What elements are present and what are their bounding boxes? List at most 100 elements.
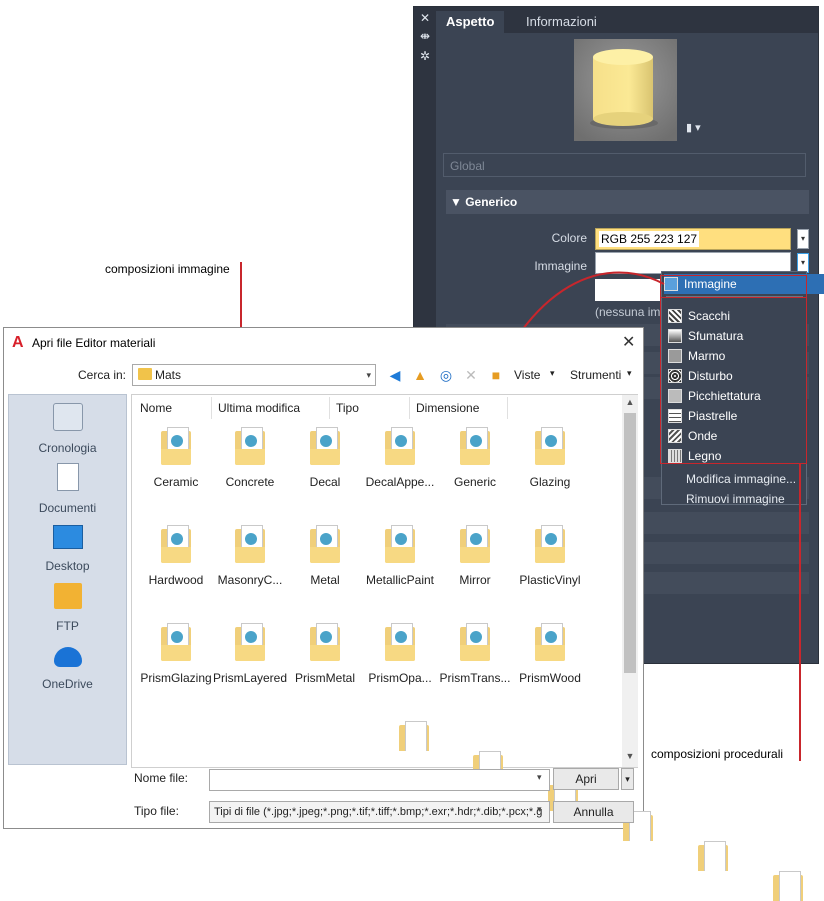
material-folder-icon (535, 525, 565, 565)
file-item-label: PlasticVinyl (519, 573, 581, 587)
material-folder-icon[interactable] (697, 841, 728, 871)
file-item-label: Glazing (529, 475, 571, 489)
tab-aspetto[interactable]: Aspetto (436, 11, 505, 33)
chevron-down-icon[interactable]: ▾ (550, 368, 555, 379)
file-type-combo[interactable]: Tipi di file (*.jpg;*.jpeg;*.png;*.tif;*… (209, 801, 550, 823)
place-label: Desktop (45, 559, 90, 573)
up-folder-icon[interactable]: ▲ (411, 366, 429, 384)
image-highlight-box (660, 275, 807, 297)
file-item[interactable]: Glazing (512, 427, 588, 489)
look-in-combo[interactable]: Mats ▾ (132, 364, 376, 386)
place-cronologia[interactable]: Cronologia (9, 403, 126, 455)
material-folder-icon (161, 427, 191, 467)
file-list: Nome Ultima modifica Tipo Dimensione Cer… (131, 394, 803, 901)
menu-action-remove-image[interactable]: Rimuovi immagine (686, 492, 785, 506)
document-icon (56, 463, 79, 491)
file-item[interactable]: PrismLayered (212, 623, 288, 685)
folder-icon (138, 368, 152, 380)
new-folder-icon[interactable]: ■ (487, 366, 505, 384)
file-item[interactable]: MetallicPaint (362, 525, 438, 587)
dock-icon[interactable]: ⇼ (418, 29, 432, 43)
history-icon (52, 403, 83, 431)
file-item-label: PrismMetal (294, 671, 355, 685)
file-item[interactable]: MasonryC... (212, 525, 288, 587)
search-web-icon[interactable]: ◎ (437, 366, 455, 384)
callout-line (799, 463, 801, 761)
file-item[interactable]: PlasticVinyl (512, 525, 588, 587)
open-file-dialog: A Apri file Editor materiali ✕ Cerca in:… (3, 327, 803, 901)
file-item[interactable]: Concrete (212, 427, 288, 489)
vertical-scrollbar[interactable]: ▲ ▼ (622, 395, 638, 767)
file-item[interactable]: PrismTrans... (437, 623, 513, 685)
open-options-button[interactable]: ▾ (621, 768, 634, 790)
close-icon[interactable]: ✕ (418, 11, 432, 25)
place-documenti[interactable]: Documenti (9, 463, 126, 515)
chevron-down-icon[interactable]: ▾ (537, 772, 542, 783)
chevron-up-icon[interactable]: ▲ (624, 397, 636, 409)
file-item[interactable]: Metal (287, 525, 363, 587)
file-item[interactable]: DecalAppe... (362, 427, 438, 489)
settings-icon[interactable]: ✲ (418, 49, 432, 63)
color-field[interactable]: RGB 255 223 127 (595, 228, 791, 250)
scroll-thumb[interactable] (624, 413, 636, 673)
file-item[interactable]: Generic (437, 427, 513, 489)
column-header-modified[interactable]: Ultima modifica (212, 397, 330, 419)
file-item-label: PrismOpa... (368, 671, 432, 685)
file-item[interactable]: PrismOpa... (362, 623, 438, 685)
look-in-value: Mats (155, 368, 182, 382)
file-item[interactable]: Ceramic (138, 427, 214, 489)
preview-shape-dropdown[interactable]: ▮ ▾ (686, 121, 701, 134)
procedural-highlight-box (660, 297, 807, 464)
file-item[interactable]: PrismGlazing (138, 623, 214, 685)
menu-action-edit-image[interactable]: Modifica immagine... (686, 472, 796, 486)
place-ftp[interactable]: FTP (9, 583, 126, 633)
chevron-down-icon[interactable]: ▼ (624, 751, 636, 763)
chevron-down-icon[interactable]: ▾ (627, 368, 632, 379)
material-folder-icon (460, 525, 490, 565)
color-dropdown-button[interactable]: ▾ (797, 229, 809, 249)
delete-icon[interactable]: ✕ (462, 366, 480, 384)
image-thumbnail-box[interactable] (595, 279, 663, 301)
section-generico-header[interactable]: ▼ Generico (446, 190, 809, 214)
material-folder-icon[interactable] (772, 871, 803, 901)
column-header-size[interactable]: Dimensione (410, 397, 508, 419)
callout-procedural-compositions: composizioni procedurali (651, 747, 784, 761)
file-item-label: Generic (453, 475, 497, 489)
file-item-label: PrismWood (519, 671, 581, 685)
file-name-input[interactable] (209, 769, 550, 791)
material-tabs: Aspetto Informazioni (436, 7, 818, 33)
back-arrow-icon[interactable]: ◀ (386, 366, 404, 384)
place-desktop[interactable]: Desktop (9, 523, 126, 573)
file-item[interactable]: Hardwood (138, 525, 214, 587)
callout-line (240, 262, 242, 334)
material-folder-icon[interactable] (398, 721, 429, 751)
place-label: Cronologia (38, 441, 97, 455)
file-item-label: DecalAppe... (365, 475, 435, 489)
collapse-triangle-icon: ▼ (450, 195, 466, 209)
file-item-label: PrismGlazing (140, 671, 212, 685)
material-folder-icon (310, 525, 340, 565)
file-item[interactable]: PrismMetal (287, 623, 363, 685)
file-item[interactable]: PrismWood (512, 623, 588, 685)
column-header-type[interactable]: Tipo (330, 397, 410, 419)
open-button[interactable]: Apri (553, 768, 619, 790)
image-dropdown-button[interactable]: ▾ (797, 253, 809, 273)
section-title: Generico (465, 195, 518, 209)
chevron-down-icon[interactable]: ▾ (537, 804, 542, 815)
file-item-label: Mirror (459, 573, 491, 587)
close-icon[interactable]: ✕ (622, 332, 635, 352)
global-field[interactable]: Global (443, 153, 806, 177)
material-folder-icon (385, 623, 415, 663)
tab-informazioni[interactable]: Informazioni (516, 11, 607, 33)
tools-menu[interactable]: Strumenti (570, 368, 621, 382)
views-menu[interactable]: Viste (514, 368, 540, 382)
column-header-name[interactable]: Nome (134, 397, 212, 419)
desktop-icon (52, 525, 83, 549)
place-onedrive[interactable]: OneDrive (9, 643, 126, 691)
cancel-button[interactable]: Annulla (553, 801, 634, 823)
place-label: FTP (56, 619, 79, 633)
file-item[interactable]: Mirror (437, 525, 513, 587)
material-preview[interactable] (574, 39, 677, 141)
material-folder-icon (310, 427, 340, 467)
file-item[interactable]: Decal (287, 427, 363, 489)
